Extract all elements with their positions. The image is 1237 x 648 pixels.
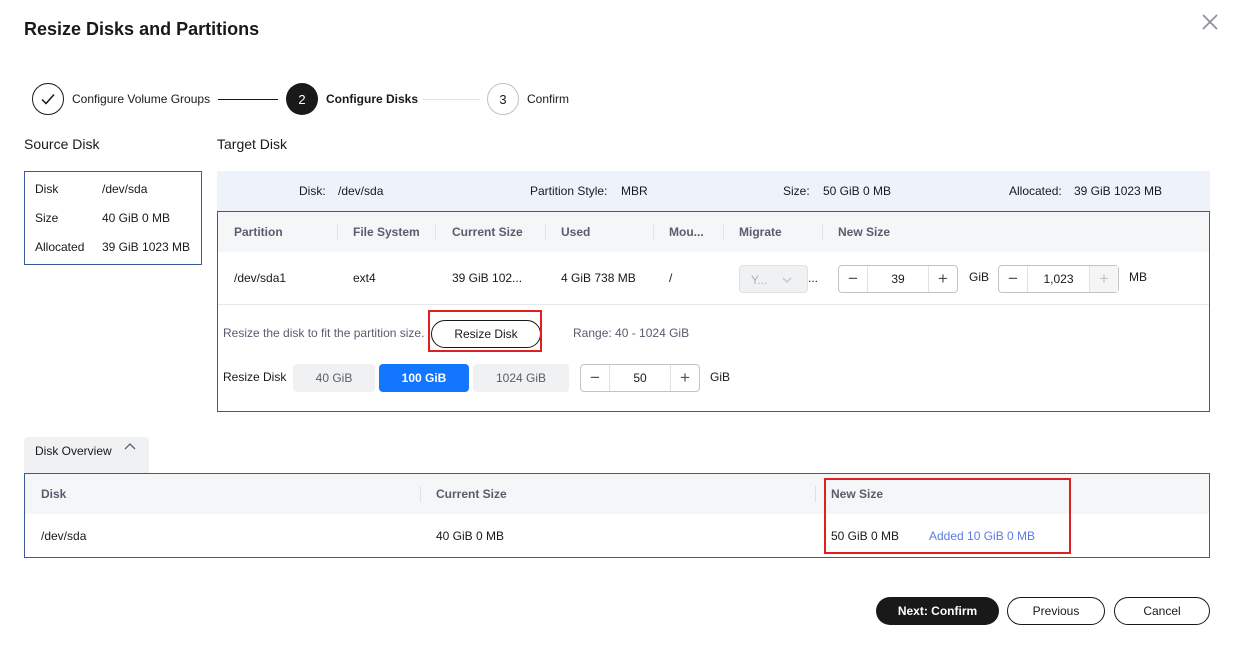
source-row-allocated: Allocated 39 GiB 1023 MB <box>35 240 190 254</box>
strip-allocated-label: Allocated: <box>1009 184 1062 198</box>
step-3-label: Confirm <box>527 92 570 106</box>
option-40-gib[interactable]: 40 GiB <box>293 364 375 392</box>
col-used: Used <box>561 225 591 239</box>
highlight-box <box>428 310 542 352</box>
source-key: Disk <box>35 182 59 196</box>
ov-cell-disk: /dev/sda <box>41 529 87 543</box>
step-2-number: 2 <box>286 83 318 115</box>
cell-file-system: ext4 <box>353 271 376 285</box>
step-2-label: Configure Disks <box>326 92 419 106</box>
plus-icon: + <box>1090 266 1118 292</box>
source-value: 39 GiB 1023 MB <box>102 240 191 254</box>
resize-range: Range: 40 - 1024 GiB <box>573 326 690 340</box>
minus-icon[interactable]: − <box>999 266 1027 292</box>
resize-unit: GiB <box>710 370 731 384</box>
minus-icon[interactable]: − <box>839 266 867 292</box>
next-confirm-button[interactable]: Next: Confirm <box>876 597 999 625</box>
disk-overview-tab[interactable]: Disk Overview <box>24 437 149 473</box>
option-100-gib[interactable]: 100 GiB <box>379 364 469 392</box>
resize-disk-stepper[interactable]: − 50 + <box>580 364 700 392</box>
strip-style-label: Partition Style: <box>530 184 608 198</box>
ov-col-disk: Disk <box>41 487 67 501</box>
target-disk-info-strip: Disk: /dev/sda Partition Style: MBR Size… <box>217 171 1210 211</box>
plus-icon[interactable]: + <box>671 365 699 391</box>
step-1-label: Configure Volume Groups <box>72 92 211 106</box>
step-3-number: 3 <box>487 83 519 115</box>
strip-allocated-value: 39 GiB 1023 MB <box>1074 184 1163 198</box>
col-file-system: File System <box>353 225 420 239</box>
cell-current-size: 39 GiB 102... <box>452 271 523 285</box>
source-key: Allocated <box>35 240 85 254</box>
strip-disk-label: Disk: <box>299 184 326 198</box>
disk-overview-table: Disk Current Size New Size /dev/sda 40 G… <box>24 473 1210 558</box>
minus-icon[interactable]: − <box>581 365 609 391</box>
option-1024-gib[interactable]: 1024 GiB <box>473 364 569 392</box>
cell-mount: / <box>669 271 673 285</box>
row-divider <box>218 304 1209 305</box>
strip-size-value: 50 GiB 0 MB <box>823 184 892 198</box>
new-size-gib-value[interactable]: 39 <box>867 266 929 292</box>
col-divider <box>815 486 816 502</box>
mb-unit: MB <box>1129 270 1147 284</box>
ov-col-current-size: Current Size <box>436 487 507 501</box>
col-divider <box>337 225 338 239</box>
col-divider <box>653 225 654 239</box>
col-mount: Mou... <box>669 225 704 239</box>
resize-disk-value[interactable]: 50 <box>609 365 671 391</box>
previous-button[interactable]: Previous <box>1007 597 1105 625</box>
strip-disk-value: /dev/sda <box>338 184 384 198</box>
highlight-box <box>824 478 1071 554</box>
col-migrate: Migrate <box>739 225 782 239</box>
new-size-mb-value[interactable]: 1,023 <box>1027 266 1090 292</box>
resize-disk-label: Resize Disk <box>223 370 287 384</box>
partition-table: Partition File System Current Size Used … <box>217 211 1210 412</box>
col-partition: Partition <box>234 225 283 239</box>
col-new-size: New Size <box>838 225 891 239</box>
disk-overview-label: Disk Overview <box>35 444 112 458</box>
col-current-size: Current Size <box>452 225 523 239</box>
plus-icon[interactable]: + <box>929 266 957 292</box>
source-disk-panel: Disk/dev/sda Size 40 GiB 0 MB Allocated 39… <box>24 171 202 265</box>
source-value: /dev/sda <box>102 182 148 196</box>
source-value: 40 GiB 0 MB <box>102 211 171 225</box>
new-size-gib-stepper[interactable]: − 39 + <box>838 265 958 293</box>
close-icon[interactable] <box>1198 10 1222 34</box>
chevron-down-icon <box>782 277 792 283</box>
dialog-title: Resize Disks and Partitions <box>24 19 260 39</box>
col-divider <box>435 225 436 239</box>
col-divider <box>723 225 724 239</box>
cell-partition: /dev/sda1 <box>234 271 287 285</box>
migrate-ellipsis: ... <box>808 271 819 285</box>
resize-hint: Resize the disk to fit the partition siz… <box>223 326 425 340</box>
source-row-disk: Disk/dev/sda <box>35 182 147 196</box>
migrate-select-value: Y... <box>751 273 768 287</box>
chevron-up-icon <box>124 443 136 450</box>
step-1-check-icon <box>32 83 64 115</box>
col-divider <box>822 225 823 239</box>
source-key: Size <box>35 211 59 225</box>
source-disk-title: Source Disk <box>24 136 100 152</box>
strip-style-value: MBR <box>621 184 648 198</box>
new-size-mb-stepper[interactable]: − 1,023 + <box>998 265 1119 293</box>
col-divider <box>545 225 546 239</box>
step-connector <box>218 99 278 100</box>
gib-unit: GiB <box>969 270 990 284</box>
cancel-button[interactable]: Cancel <box>1114 597 1210 625</box>
col-divider <box>420 486 421 502</box>
step-connector <box>422 99 480 100</box>
ov-cell-current-size: 40 GiB 0 MB <box>436 529 505 543</box>
strip-size-label: Size: <box>783 184 810 198</box>
cell-used: 4 GiB 738 MB <box>561 271 636 285</box>
source-row-size: Size 40 GiB 0 MB <box>35 211 170 225</box>
migrate-select[interactable]: Y... <box>739 265 808 293</box>
target-disk-title: Target Disk <box>217 136 288 152</box>
